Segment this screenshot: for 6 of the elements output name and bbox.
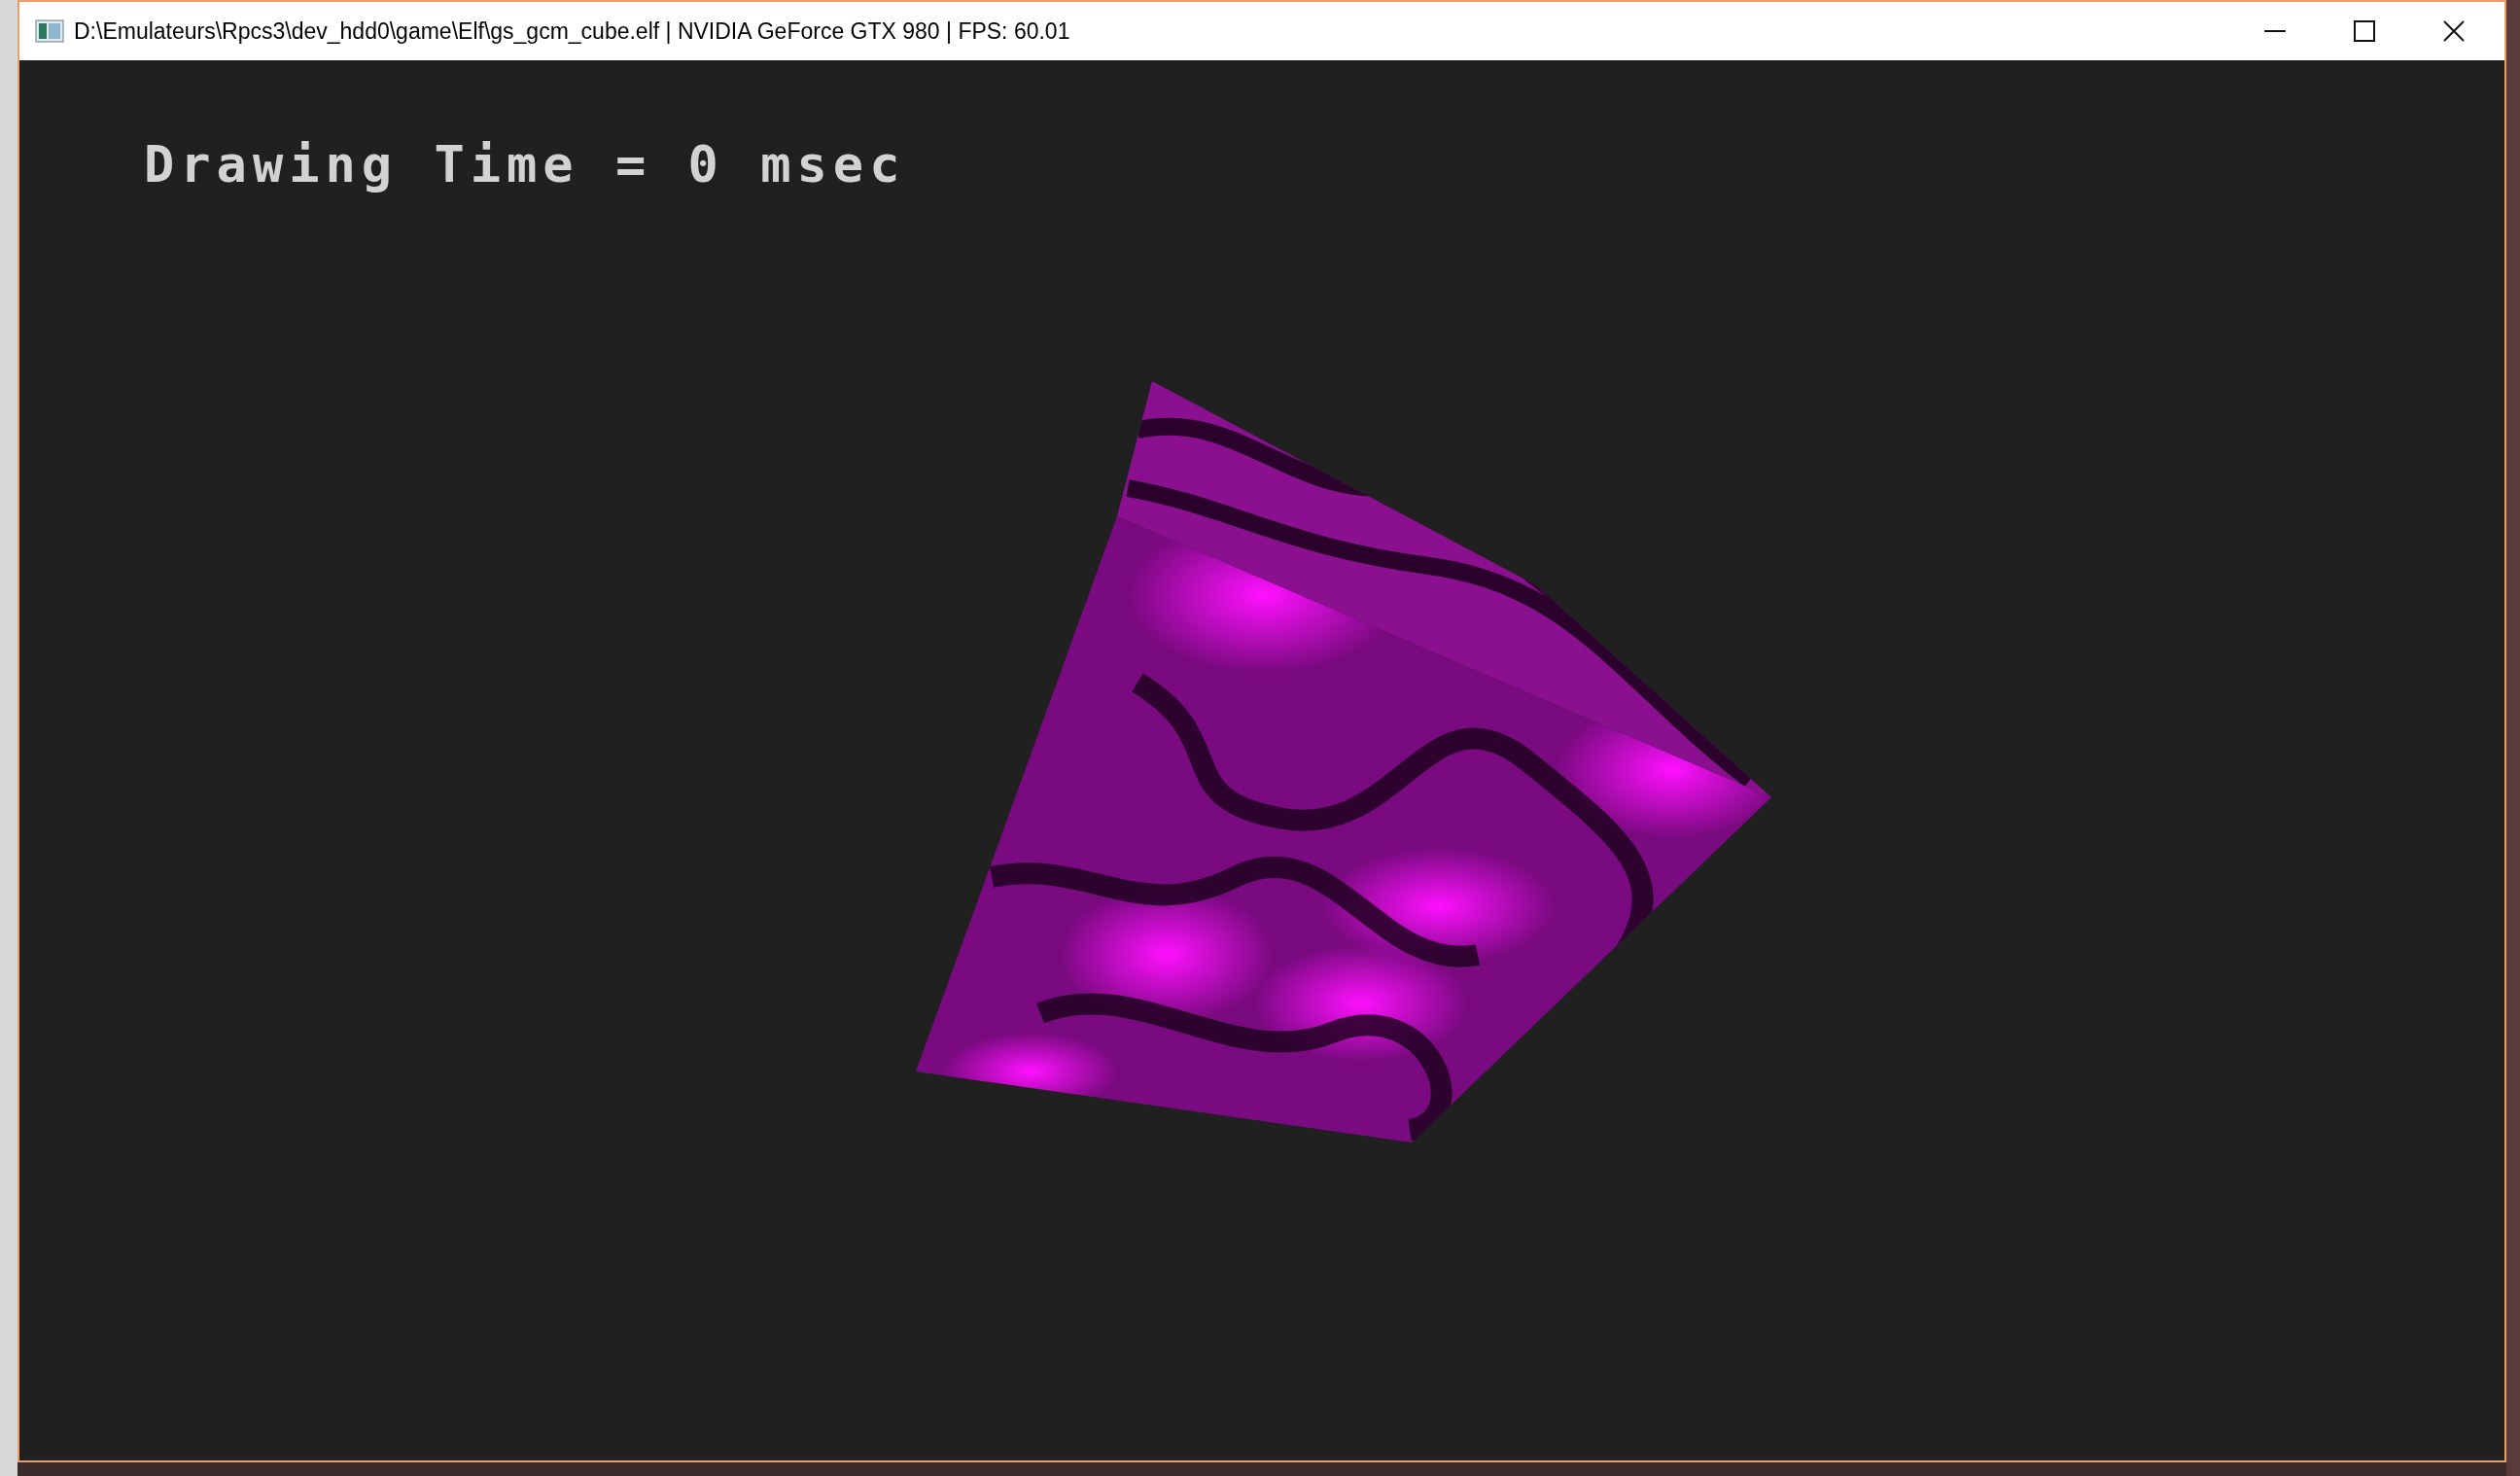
drawing-time-text: Drawing Time = 0 msec — [144, 134, 906, 195]
close-icon — [2443, 20, 2465, 42]
maximize-icon — [2354, 20, 2375, 42]
app-icon — [35, 19, 64, 43]
window-title: D:\Emulateurs\Rpcs3\dev_hdd0\game\Elf\gs_gcm_cube.elf | NVIDIA GeForce GTX 980 | FPS: 60.01 — [74, 17, 1070, 46]
minimize-icon — [2264, 29, 2286, 33]
